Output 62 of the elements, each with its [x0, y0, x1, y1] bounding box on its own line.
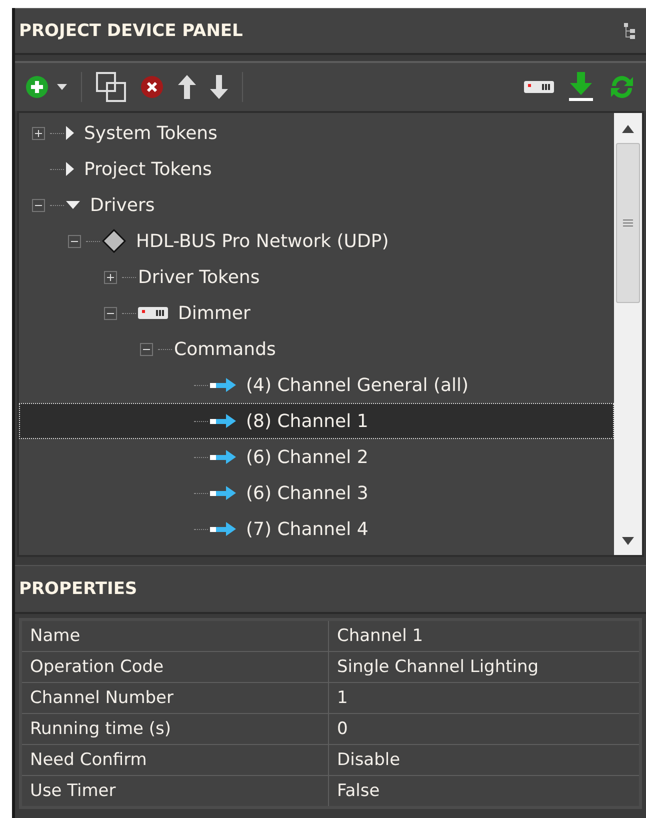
arrow-right-icon — [210, 450, 236, 464]
copy-icon[interactable] — [96, 72, 126, 102]
tree-item[interactable]: (8) Channel 1 — [19, 403, 614, 439]
collapse-icon[interactable] — [68, 234, 80, 248]
device-icon[interactable] — [524, 81, 554, 93]
device-icon — [138, 307, 168, 319]
collapse-icon[interactable] — [140, 342, 152, 356]
arrow-right-icon — [210, 486, 236, 500]
tree-item[interactable]: (6) Channel 3 — [19, 475, 614, 511]
tree-item[interactable]: Driver Tokens — [19, 259, 614, 295]
tree-item-label: HDL-BUS Pro Network (UDP) — [136, 230, 389, 252]
collapse-icon[interactable] — [32, 198, 44, 212]
tree-item-label: System Tokens — [84, 122, 218, 144]
scroll-thumb[interactable] — [616, 143, 640, 303]
tree-item[interactable]: System Tokens — [19, 115, 614, 151]
tree-item[interactable]: (6) Channel 2 — [19, 439, 614, 475]
tree-item[interactable]: Project Tokens — [19, 151, 614, 187]
tree-item[interactable]: Drivers — [19, 187, 614, 223]
delete-icon[interactable] — [140, 75, 164, 99]
tree-item-label: (6) Channel 2 — [246, 446, 368, 468]
tree-item[interactable]: HDL-BUS Pro Network (UDP) — [19, 223, 614, 259]
expand-icon[interactable] — [104, 270, 116, 284]
caret-icon[interactable] — [57, 84, 67, 90]
tree-item-label: (6) Channel 3 — [246, 482, 368, 504]
tree-item-label: Project Tokens — [84, 158, 212, 180]
tree-item-label: (8) Channel 1 — [246, 410, 368, 432]
collapse-icon[interactable] — [104, 306, 116, 320]
arrow-right-icon — [210, 378, 236, 392]
diamond-icon — [102, 229, 126, 253]
tree-item[interactable]: (4) Channel General (all) — [19, 367, 614, 403]
triangle-right-icon — [66, 162, 74, 176]
add-icon[interactable] — [25, 75, 49, 99]
refresh-icon[interactable] — [608, 73, 636, 101]
property-name: Running time (s) — [20, 714, 328, 744]
tree-item-label: (4) Channel General (all) — [246, 374, 469, 396]
panel-title: PROJECT DEVICE PANEL — [18, 21, 243, 41]
tree-item-label: Driver Tokens — [138, 266, 260, 288]
scrollbar[interactable] — [614, 113, 642, 555]
tree-item-label: Drivers — [90, 194, 155, 216]
arrow-down-icon[interactable] — [210, 75, 228, 99]
tree-item-label: Dimmer — [178, 302, 250, 324]
tree-view-icon[interactable] — [624, 23, 636, 39]
tree-item[interactable]: Commands — [19, 331, 614, 367]
tree-item-label: Commands — [174, 338, 276, 360]
scroll-down-icon[interactable] — [622, 537, 634, 545]
tree-item-label: (7) Channel 4 — [246, 518, 368, 540]
property-name: Name — [20, 620, 328, 652]
scroll-up-icon[interactable] — [622, 125, 634, 133]
property-name: Operation Code — [20, 652, 328, 682]
expand-icon[interactable] — [32, 126, 44, 140]
grip-icon — [623, 219, 633, 227]
property-name: Need Confirm — [20, 744, 328, 776]
triangle-down-icon — [66, 201, 80, 209]
panel-title: PROPERTIES — [18, 579, 138, 599]
arrow-right-icon — [210, 414, 236, 428]
arrow-up-icon[interactable] — [178, 75, 196, 99]
property-name: Channel Number — [20, 682, 328, 714]
download-icon[interactable] — [568, 72, 594, 102]
triangle-right-icon — [66, 126, 74, 140]
tree-item[interactable]: Dimmer — [19, 295, 614, 331]
arrow-right-icon — [210, 522, 236, 536]
tree-item[interactable]: (7) Channel 4 — [19, 511, 614, 547]
